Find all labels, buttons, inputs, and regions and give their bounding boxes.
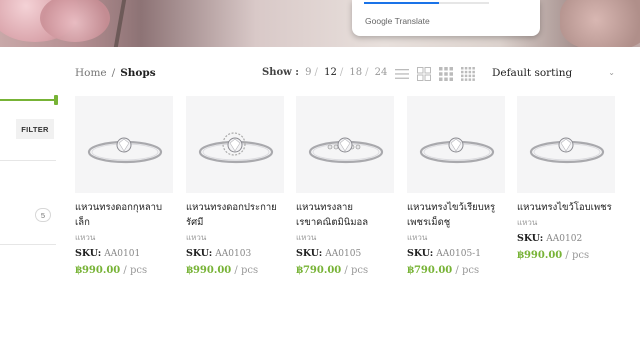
product-card[interactable]: แหวนทรงดอกประกายรัศมี แหวน SKU: AA0103 ฿990…	[186, 96, 284, 278]
price-amount: ฿990.00	[517, 250, 563, 261]
price-unit: / pcs	[344, 265, 369, 276]
show-option-12[interactable]: 12	[324, 67, 337, 78]
price-amount: ฿790.00	[296, 265, 342, 276]
rose-petal-decoration	[40, 0, 110, 42]
list-view-icon[interactable]	[395, 67, 409, 81]
product-image[interactable]	[517, 96, 615, 193]
show-label: Show :	[262, 67, 299, 78]
product-category[interactable]: แหวน	[517, 216, 615, 229]
sidebar-divider	[0, 244, 56, 245]
sku-value: AA0101	[104, 249, 141, 259]
show-option-9[interactable]: 9	[305, 67, 311, 78]
product-sku: SKU: AA0101	[75, 247, 173, 261]
grid-4-view-icon[interactable]	[461, 67, 475, 81]
grid-3-view-icon[interactable]	[439, 67, 453, 81]
price-filter-slider-track[interactable]	[0, 99, 56, 101]
hero-banner	[0, 0, 640, 47]
sku-label: SKU:	[407, 248, 434, 259]
sorting-select[interactable]: Default sorting ⌄	[492, 67, 615, 81]
sku-value: AA0102	[546, 234, 583, 244]
sku-label: SKU:	[517, 233, 544, 244]
product-name[interactable]: แหวนทรงดอกประกายรัศมี	[186, 200, 284, 230]
sku-label: SKU:	[296, 248, 323, 259]
google-translate-brand: Google Translate	[365, 16, 430, 26]
ring-image	[529, 137, 605, 164]
product-name[interactable]: แหวนทรงดอกกุหลาบเล็ก	[75, 200, 173, 230]
show-option-24[interactable]: 24	[375, 67, 388, 78]
show-divider: /	[314, 67, 318, 78]
product-category[interactable]: แหวน	[407, 231, 505, 244]
sku-value: AA0105-1	[436, 249, 481, 259]
breadcrumb-current: Shops	[120, 67, 156, 79]
product-price: ฿790.00 / pcs	[407, 264, 505, 278]
products-per-page: Show : 9/ 12/ 18/ 24	[262, 67, 390, 78]
product-sku: SKU: AA0105	[296, 247, 394, 261]
google-translate-popup[interactable]: Google Translate	[352, 0, 540, 36]
breadcrumb-home-link[interactable]: Home	[75, 67, 107, 79]
product-sku: SKU: AA0102	[517, 232, 615, 246]
product-image[interactable]	[296, 96, 394, 193]
product-card[interactable]: แหวนทรงดอกกุหลาบเล็ก แหวน SKU: AA0101 ฿990.…	[75, 96, 173, 278]
product-image[interactable]	[186, 96, 284, 193]
product-image[interactable]	[75, 96, 173, 193]
filter-button[interactable]: FILTER	[16, 119, 54, 139]
price-unit: / pcs	[455, 265, 480, 276]
product-name[interactable]: แหวนทรงไขว้โอบเพชร	[517, 200, 615, 215]
stem-decoration	[113, 0, 127, 47]
price-amount: ฿990.00	[186, 265, 232, 276]
sorting-selected-value: Default sorting	[492, 67, 573, 79]
price-unit: / pcs	[565, 250, 590, 261]
ring-image	[308, 137, 384, 164]
product-category[interactable]: แหวน	[186, 231, 284, 244]
ring-image	[419, 137, 495, 164]
chevron-down-icon: ⌄	[608, 68, 615, 77]
product-sku: SKU: AA0103	[186, 247, 284, 261]
show-divider: /	[339, 67, 344, 78]
product-category[interactable]: แหวน	[296, 231, 394, 244]
product-card[interactable]: แหวนทรงไขว้เรียบหรูเพชรเม็ดชู แหวน SKU: AA…	[407, 96, 505, 278]
ring-image	[198, 132, 274, 164]
breadcrumb-separator: /	[111, 67, 116, 79]
view-mode-switcher	[395, 67, 475, 81]
product-price: ฿990.00 / pcs	[75, 264, 173, 278]
show-option-18[interactable]: 18	[349, 67, 362, 78]
product-card[interactable]: แหวนทรงลายเรขาคณิตมินิมอล แหวน SKU: AA0105…	[296, 96, 394, 278]
category-count-badge: 5	[35, 208, 51, 222]
product-image[interactable]	[407, 96, 505, 193]
sidebar-divider	[0, 160, 56, 161]
translate-progress-bar	[364, 2, 489, 4]
price-amount: ฿790.00	[407, 265, 453, 276]
hand-decoration	[560, 0, 640, 47]
product-name[interactable]: แหวนทรงลายเรขาคณิตมินิมอล	[296, 200, 394, 230]
product-name[interactable]: แหวนทรงไขว้เรียบหรูเพชรเม็ดชู	[407, 200, 505, 230]
product-price: ฿990.00 / pcs	[186, 264, 284, 278]
product-category[interactable]: แหวน	[75, 231, 173, 244]
product-price: ฿990.00 / pcs	[517, 249, 615, 263]
price-amount: ฿990.00	[75, 265, 121, 276]
product-card[interactable]: แหวนทรงไขว้โอบเพชร แหวน SKU: AA0102 ฿990.00…	[517, 96, 615, 263]
show-divider: /	[365, 67, 369, 78]
price-unit: / pcs	[123, 265, 148, 276]
ring-image	[87, 137, 163, 164]
breadcrumb: Home / Shops	[75, 67, 156, 79]
price-unit: / pcs	[234, 265, 259, 276]
product-price: ฿790.00 / pcs	[296, 264, 394, 278]
sku-value: AA0103	[215, 249, 252, 259]
price-filter-slider-handle[interactable]	[54, 95, 58, 105]
sku-label: SKU:	[75, 248, 102, 259]
sku-value: AA0105	[325, 249, 362, 259]
translate-progress-fill	[364, 2, 439, 4]
sku-label: SKU:	[186, 248, 213, 259]
product-sku: SKU: AA0105-1	[407, 247, 505, 261]
grid-2-view-icon[interactable]	[417, 67, 431, 81]
